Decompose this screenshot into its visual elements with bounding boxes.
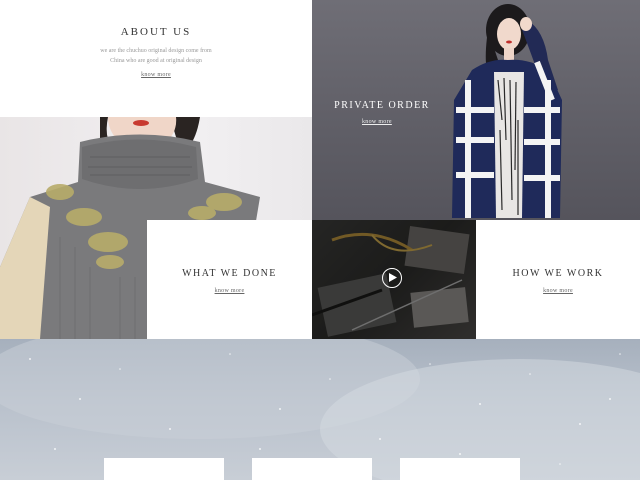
video-section[interactable] — [312, 220, 476, 339]
how-we-work-title: HOW WE WORK — [512, 268, 604, 279]
what-we-done-section: WHAT WE DONE know more — [147, 220, 312, 339]
private-order-know-more-link[interactable]: know more — [362, 119, 392, 125]
private-order-section[interactable]: PRIVATE ORDER know more — [312, 0, 640, 220]
snow-banner-section — [0, 339, 640, 480]
how-we-work-section: HOW WE WORK know more — [476, 220, 640, 339]
about-us-description: we are the chuchuo original design come … — [0, 46, 312, 66]
feature-card[interactable] — [252, 458, 372, 480]
about-us-title: ABOUT US — [120, 26, 192, 38]
about-us-desc-line: China who are good at original design — [110, 58, 202, 64]
how-we-work-know-more-link[interactable]: know more — [476, 288, 640, 294]
feature-card[interactable] — [104, 458, 224, 480]
what-we-done-title: WHAT WE DONE — [182, 268, 277, 279]
private-order-title: PRIVATE ORDER — [334, 100, 430, 111]
play-icon[interactable] — [382, 268, 402, 288]
about-us-section: ABOUT US we are the chuchuo original des… — [0, 0, 312, 117]
what-we-done-know-more-link[interactable]: know more — [147, 288, 312, 294]
about-us-know-more-link[interactable]: know more — [0, 72, 312, 78]
about-us-desc-line: we are the chuchuo original design come … — [100, 48, 212, 54]
feature-card[interactable] — [400, 458, 520, 480]
